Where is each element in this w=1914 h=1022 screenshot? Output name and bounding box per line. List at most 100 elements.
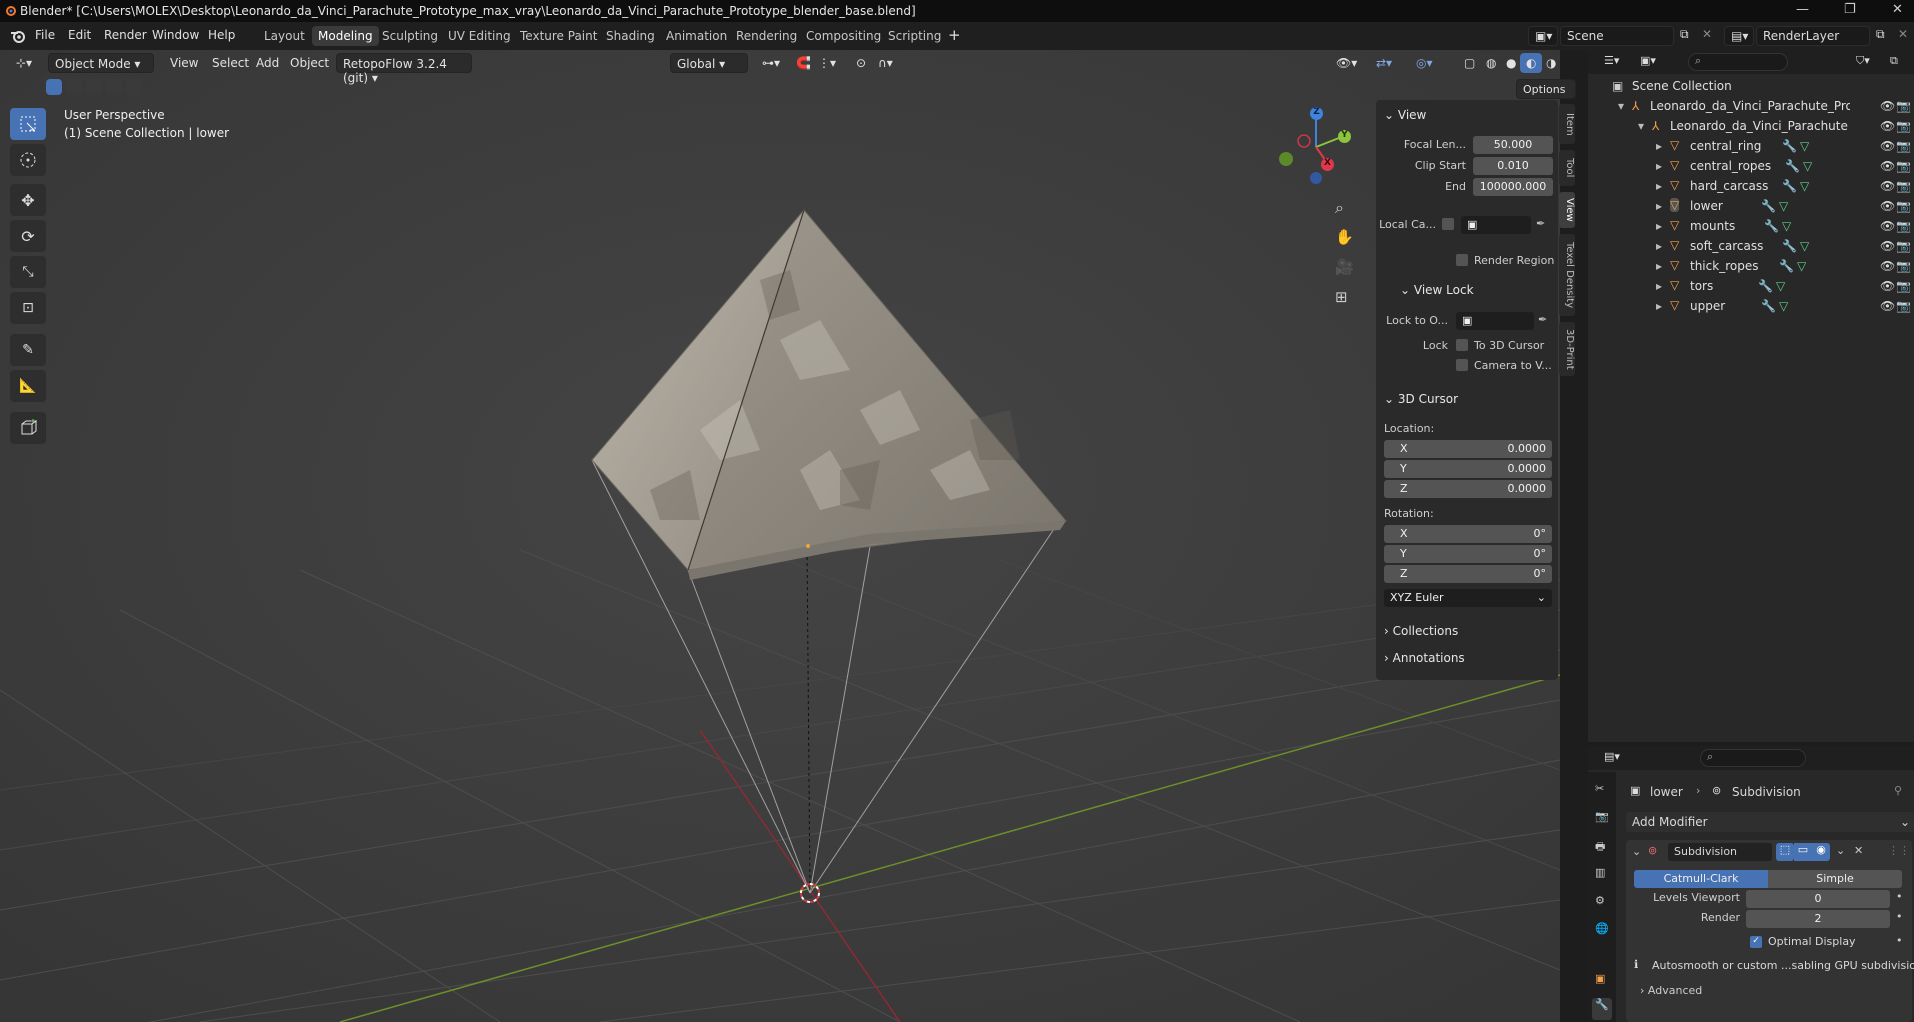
scene-properties-icon[interactable]: ⚙	[1595, 894, 1605, 907]
viewport-toggle-icon[interactable]: ▭	[1794, 843, 1812, 861]
modifier-wrench-icon[interactable]: 🔧	[1758, 279, 1773, 293]
render-camera-icon[interactable]: 📷	[1896, 179, 1911, 193]
lock-to-object-field[interactable]: ▣	[1456, 312, 1534, 330]
catmull-clark-button[interactable]: Catmull-Clark	[1634, 870, 1768, 888]
modifier-properties-icon[interactable]: 🔧	[1592, 998, 1612, 1020]
edit-mode-toggle-icon[interactable]: ⬚	[1776, 843, 1794, 861]
add-workspace-icon[interactable]: +	[948, 26, 961, 44]
new-scene-icon[interactable]: ⧉	[1680, 27, 1689, 42]
render-levels-field[interactable]: 2	[1746, 910, 1890, 928]
output-properties-icon[interactable]: 🖶	[1595, 838, 1605, 857]
visibility-eye-icon[interactable]: 👁	[1880, 239, 1895, 253]
mesh-data-icon[interactable]: ▽	[1803, 159, 1812, 173]
render-camera-icon[interactable]: 📷	[1896, 119, 1911, 133]
tab-item[interactable]: Item	[1559, 104, 1575, 144]
falloff-icon[interactable]: ∩▾	[872, 53, 899, 73]
outliner-row-mounts[interactable]: ▸ ▽ mounts 🔧 ▽ 👁 📷	[1588, 216, 1914, 236]
rotate-tool-icon[interactable]: ⟳	[10, 220, 46, 252]
outliner-row-central-ring[interactable]: ▸ ▽ central_ring 🔧 ▽ 👁 📷	[1588, 136, 1914, 156]
select-box-tool-icon[interactable]	[10, 108, 46, 140]
properties-editor-type-icon[interactable]: ▤▾	[1604, 750, 1620, 763]
delete-scene-icon[interactable]: ✕	[1702, 27, 1712, 41]
tool-settings-icon[interactable]: ✂	[1595, 782, 1604, 795]
select-extend-icon[interactable]	[66, 79, 82, 95]
visibility-eye-icon[interactable]: 👁	[1880, 299, 1895, 313]
keyframe-dot-icon[interactable]: •	[1896, 890, 1903, 903]
mesh-data-icon[interactable]: ▽	[1800, 179, 1809, 193]
outliner-row-tors[interactable]: ▸ ▽ tors 🔧 ▽ 👁 📷	[1588, 276, 1914, 296]
menu-window[interactable]: Window	[152, 28, 199, 42]
menu-edit[interactable]: Edit	[68, 28, 91, 42]
render-camera-icon[interactable]: 📷	[1896, 219, 1911, 233]
blender-menu-icon[interactable]	[10, 29, 26, 43]
visibility-eye-icon[interactable]: 👁	[1880, 119, 1895, 133]
modifier-wrench-icon[interactable]: 🔧	[1785, 159, 1800, 173]
cursor-rot-x-field[interactable]: X 0°	[1384, 525, 1552, 543]
menu-render[interactable]: Render	[104, 28, 147, 42]
tab-tool[interactable]: Tool	[1559, 150, 1575, 186]
visibility-eye-icon[interactable]: 👁	[1880, 219, 1895, 233]
modifier-wrench-icon[interactable]: 🔧	[1779, 259, 1794, 273]
outliner-row-hard-carcass[interactable]: ▸ ▽ hard_carcass 🔧 ▽ 👁 📷	[1588, 176, 1914, 196]
visibility-eye-icon[interactable]: 👁	[1880, 99, 1895, 113]
visibility-eye-icon[interactable]: 👁	[1880, 259, 1895, 273]
view-lock-header[interactable]: ⌄ View Lock	[1400, 283, 1474, 297]
select-intersect-icon[interactable]	[126, 79, 142, 95]
proportional-edit-icon[interactable]: ⊙	[850, 53, 872, 73]
modifier-name-field[interactable]: Subdivision	[1668, 843, 1772, 861]
outliner-row-central-ropes[interactable]: ▸ ▽ central_ropes 🔧 ▽ 👁 📷	[1588, 156, 1914, 176]
modifier-wrench-icon[interactable]: 🔧	[1782, 179, 1797, 193]
gizmo-x-icon[interactable]: X	[1321, 158, 1334, 171]
menu-help[interactable]: Help	[208, 28, 235, 42]
close-window-icon[interactable]: ✕	[1892, 2, 1903, 17]
tab-texture-paint[interactable]: Texture Paint	[514, 26, 603, 46]
view-layer-icon[interactable]: ▥	[1595, 866, 1605, 879]
mesh-data-icon[interactable]: ▽	[1800, 239, 1809, 253]
new-render-layer-icon[interactable]: ⧉	[1876, 27, 1885, 42]
gizmo-toggle-icon[interactable]: ⇄▾	[1370, 53, 1398, 73]
transform-orientation-dropdown[interactable]: Global ▾	[670, 53, 748, 73]
maximize-icon[interactable]: ❐	[1844, 2, 1856, 17]
retopoflow-dropdown[interactable]: RetopoFlow 3.2.4 (git) ▾	[336, 53, 472, 85]
select-subtract-icon[interactable]	[86, 79, 102, 95]
simple-button[interactable]: Simple	[1768, 870, 1902, 888]
mesh-data-icon[interactable]: ▽	[1797, 259, 1806, 273]
render-camera-icon[interactable]: 📷	[1896, 239, 1911, 253]
mode-dropdown[interactable]: Object Mode ▾	[48, 53, 154, 73]
tab-view[interactable]: View	[1559, 192, 1575, 228]
world-properties-icon[interactable]: 🌐	[1595, 922, 1609, 935]
render-camera-icon[interactable]: 📷	[1896, 199, 1911, 213]
visibility-eye-icon[interactable]: 👁	[1880, 179, 1895, 193]
xray-icon[interactable]: ▢	[1458, 53, 1481, 73]
expand-arrow-icon[interactable]: ▸	[1656, 299, 1662, 313]
expand-arrow-icon[interactable]: ▾	[1638, 119, 1644, 133]
cursor-rot-y-field[interactable]: Y 0°	[1384, 545, 1552, 563]
render-camera-icon[interactable]: 📷	[1896, 279, 1911, 293]
add-cube-tool-icon[interactable]	[10, 412, 46, 444]
expand-arrow-icon[interactable]: ▸	[1656, 159, 1662, 173]
visibility-eye-icon[interactable]: 👁	[1880, 199, 1895, 213]
outliner-search-input[interactable]: ⌕	[1688, 53, 1788, 71]
options-dropdown[interactable]: Options ▾	[1516, 79, 1576, 109]
3d-cursor-header[interactable]: ⌄ 3D Cursor	[1384, 392, 1458, 406]
gizmo-y-icon[interactable]: Y	[1338, 130, 1351, 143]
camera-view-icon[interactable]: 🎥	[1335, 258, 1354, 276]
outliner-row-child[interactable]: ▾ ⅄ Leonardo_da_Vinci_Parachute 👁 📷	[1588, 116, 1914, 136]
visibility-icon[interactable]: 👁▾	[1330, 53, 1363, 73]
add-modifier-dropdown[interactable]: Add Modifier ⌄	[1626, 812, 1914, 832]
cursor-loc-z-field[interactable]: Z 0.0000	[1384, 480, 1552, 498]
mesh-data-icon[interactable]: ▽	[1776, 279, 1785, 293]
menu-view[interactable]: View	[164, 53, 204, 73]
3d-viewport[interactable]: User Perspective (1) Scene Collection | …	[0, 50, 1560, 1022]
expand-arrow-icon[interactable]: ▸	[1656, 279, 1662, 293]
render-properties-icon[interactable]: 📷	[1595, 810, 1609, 823]
scene-selector-icon[interactable]: ▣▾	[1528, 26, 1558, 46]
lock-eyedropper-icon[interactable]: ✒	[1538, 313, 1547, 326]
modifier-wrench-icon[interactable]: 🔧	[1761, 299, 1776, 313]
object-properties-icon[interactable]: ▣	[1595, 972, 1605, 985]
optimal-display-checkbox[interactable]: ✓	[1750, 936, 1762, 948]
outliner-editor-type-icon[interactable]: ☰▾	[1604, 54, 1619, 67]
select-invert-icon[interactable]	[106, 79, 122, 95]
tab-modeling[interactable]: Modeling	[312, 26, 379, 46]
tab-scripting[interactable]: Scripting	[882, 26, 947, 46]
